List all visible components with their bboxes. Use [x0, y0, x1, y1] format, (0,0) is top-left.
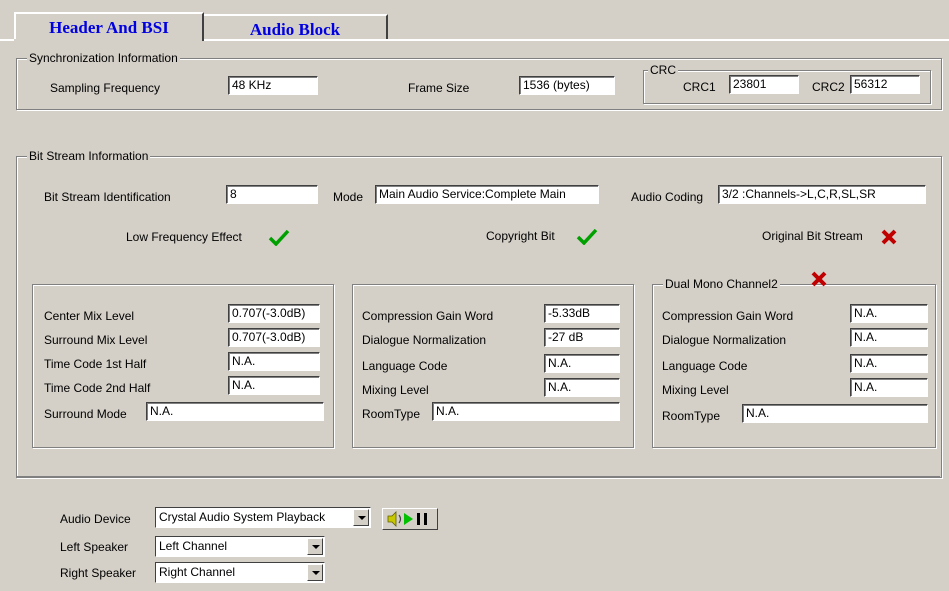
- speaker-play-pause-icon: [387, 511, 427, 527]
- ch1-mixing-level-label: Mixing Level: [362, 383, 429, 397]
- left-speaker-label: Left Speaker: [60, 540, 129, 554]
- left-speaker-dropdown-icon[interactable]: [307, 538, 323, 555]
- ch1-roomtype-field[interactable]: N.A.: [432, 402, 620, 421]
- surround-mix-label: Surround Mix Level: [44, 333, 148, 347]
- left-speaker-value: Left Channel: [159, 539, 228, 553]
- timecode-1st-label: Time Code 1st Half: [44, 357, 147, 371]
- audio-coding-field[interactable]: 3/2 :Channels->L,C,R,SL,SR: [718, 185, 926, 204]
- ch2-dialnorm-field[interactable]: N.A.: [850, 328, 928, 347]
- ch1-roomtype-label: RoomType: [362, 407, 421, 421]
- crc1-field[interactable]: 23801: [729, 75, 799, 94]
- audio-coding-label: Audio Coding: [631, 190, 704, 204]
- surround-mode-field[interactable]: N.A.: [146, 402, 324, 421]
- mode-label: Mode: [333, 190, 364, 204]
- ch2-mixing-level-label: Mixing Level: [662, 383, 729, 397]
- active-tab-gap: [14, 39, 202, 41]
- audio-device-select[interactable]: Crystal Audio System Playback: [155, 507, 371, 528]
- ch2-language-field[interactable]: N.A.: [850, 354, 928, 373]
- channel2-legend: Dual Mono Channel2: [663, 277, 780, 291]
- ch1-compression-field[interactable]: -5.33dB: [544, 304, 620, 323]
- center-mix-label: Center Mix Level: [44, 309, 135, 323]
- tab-bar: Header And BSI Audio Block: [0, 0, 949, 41]
- ch2-language-label: Language Code: [662, 359, 748, 373]
- original-bit-stream-label: Original Bit Stream: [762, 229, 863, 243]
- crc2-label: CRC2: [812, 80, 845, 94]
- crc1-label: CRC1: [683, 80, 716, 94]
- lfe-check-icon: [268, 229, 290, 246]
- lfe-label: Low Frequency Effect: [126, 230, 242, 244]
- sampling-frequency-label: Sampling Frequency: [50, 81, 161, 95]
- copyright-label: Copyright Bit: [486, 229, 555, 243]
- mode-field[interactable]: Main Audio Service:Complete Main: [375, 185, 599, 204]
- ch2-roomtype-label: RoomType: [662, 409, 721, 423]
- ch2-mixing-level-field[interactable]: N.A.: [850, 378, 928, 397]
- bsid-field[interactable]: 8: [226, 185, 318, 204]
- ch1-compression-label: Compression Gain Word: [362, 309, 494, 323]
- ch2-compression-field[interactable]: N.A.: [850, 304, 928, 323]
- ch2-dialnorm-label: Dialogue Normalization: [662, 333, 787, 347]
- play-pause-button[interactable]: [382, 508, 438, 530]
- ch1-mixing-level-field[interactable]: N.A.: [544, 378, 620, 397]
- center-mix-field[interactable]: 0.707(-3.0dB): [228, 304, 320, 323]
- frame-size-field[interactable]: 1536 (bytes): [519, 76, 615, 95]
- audio-device-label: Audio Device: [60, 512, 131, 526]
- ch1-language-label: Language Code: [362, 359, 448, 373]
- surround-mix-field[interactable]: 0.707(-3.0dB): [228, 328, 320, 347]
- sync-info-legend: Synchronization Information: [27, 51, 180, 65]
- right-speaker-dropdown-icon[interactable]: [307, 564, 323, 581]
- right-speaker-value: Right Channel: [159, 565, 236, 579]
- frame-size-label: Frame Size: [408, 81, 470, 95]
- audio-device-dropdown-icon[interactable]: [353, 509, 369, 526]
- audio-device-value: Crystal Audio System Playback: [159, 510, 326, 524]
- tab-audio-block[interactable]: Audio Block: [204, 14, 388, 40]
- ch2-compression-label: Compression Gain Word: [662, 309, 794, 323]
- bottom-separator: [16, 476, 940, 477]
- timecode-1st-field[interactable]: N.A.: [228, 352, 320, 371]
- crc2-field[interactable]: 56312: [850, 75, 920, 94]
- channel2-cross-icon: [811, 271, 827, 287]
- original-cross-icon: [881, 229, 897, 245]
- bsid-label: Bit Stream Identification: [44, 190, 171, 204]
- crc-legend: CRC: [648, 63, 678, 77]
- sampling-frequency-field[interactable]: 48 KHz: [228, 76, 318, 95]
- ch2-roomtype-field[interactable]: N.A.: [742, 404, 928, 423]
- ch1-dialnorm-field[interactable]: -27 dB: [544, 328, 620, 347]
- timecode-2nd-field[interactable]: N.A.: [228, 376, 320, 395]
- left-speaker-select[interactable]: Left Channel: [155, 536, 325, 557]
- surround-mode-label: Surround Mode: [44, 407, 127, 421]
- bit-stream-info-legend: Bit Stream Information: [27, 149, 151, 163]
- right-speaker-select[interactable]: Right Channel: [155, 562, 325, 583]
- tab-header-and-bsi[interactable]: Header And BSI: [14, 12, 204, 41]
- copyright-check-icon: [576, 228, 598, 245]
- right-speaker-label: Right Speaker: [60, 566, 137, 580]
- ch1-dialnorm-label: Dialogue Normalization: [362, 333, 487, 347]
- ch1-language-field[interactable]: N.A.: [544, 354, 620, 373]
- timecode-2nd-label: Time Code 2nd Half: [44, 381, 151, 395]
